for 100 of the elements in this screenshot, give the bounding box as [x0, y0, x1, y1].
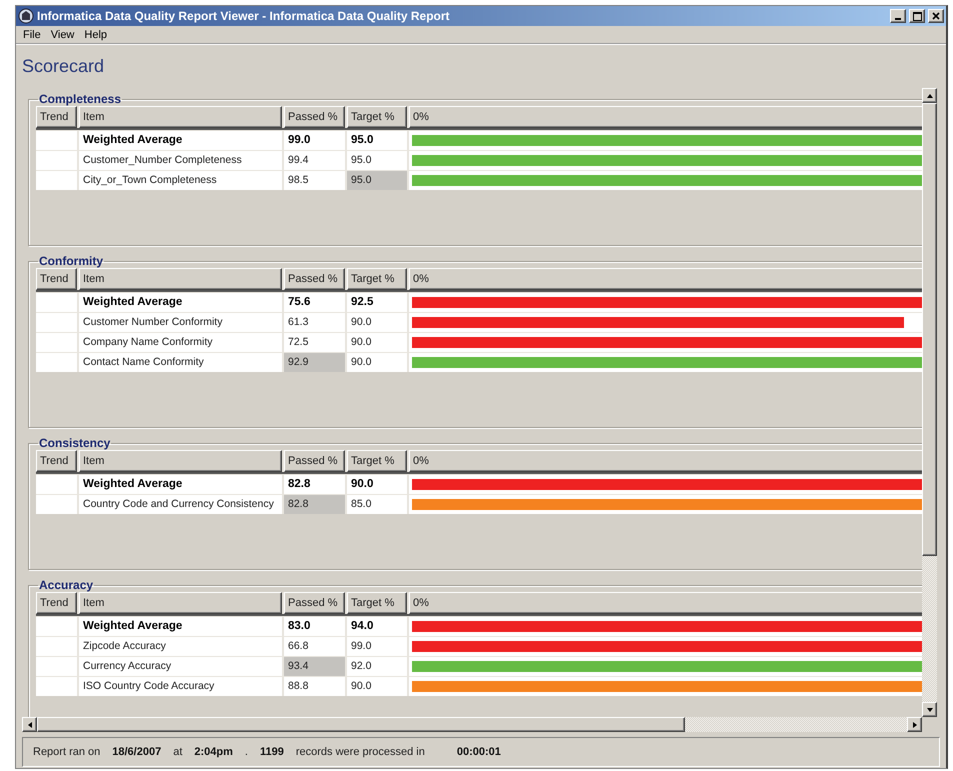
table-cell: 88.8: [284, 677, 345, 696]
table-cell: 90.0: [347, 677, 407, 696]
column-header[interactable]: Item: [79, 106, 282, 128]
table-cell: 66.8: [284, 637, 345, 656]
column-header[interactable]: Target %: [347, 106, 407, 128]
column-header[interactable]: Item: [79, 450, 282, 472]
right-arrow-icon: [912, 722, 916, 728]
table-cell: 82.8: [284, 475, 345, 494]
table-cell: [36, 637, 77, 656]
scroll-up-button[interactable]: [922, 88, 937, 103]
table-cell: [36, 293, 77, 312]
table-cell: [36, 677, 77, 696]
status-label: Report ran on: [33, 746, 100, 758]
status-label: .: [244, 746, 248, 758]
column-header[interactable]: 0%: [409, 106, 922, 128]
status-value: 18/6/2007: [112, 746, 162, 758]
table-cell: 94.0: [347, 617, 407, 636]
column-header[interactable]: Trend: [36, 268, 77, 290]
left-arrow-icon: [28, 722, 32, 728]
table-cell: Contact Name Conformity: [79, 353, 282, 372]
column-header[interactable]: 0%: [409, 450, 922, 472]
menu-item[interactable]: File: [18, 28, 46, 40]
table-cell: 99.0: [347, 637, 407, 656]
table-cell: [36, 151, 77, 170]
page-heading: Scorecard: [22, 56, 104, 76]
status-value: 2:04pm: [194, 746, 233, 758]
maximize-button[interactable]: [909, 9, 925, 23]
table-cell: Weighted Average: [79, 617, 282, 636]
table-cell: [36, 333, 77, 352]
status-value: 00:00:01: [456, 746, 501, 758]
table-cell: City_or_Town Completeness: [79, 171, 282, 190]
table-cell: [36, 131, 77, 150]
table-cell: Customer_Number Completeness: [79, 151, 282, 170]
down-arrow-icon: [926, 708, 932, 712]
column-header[interactable]: Item: [79, 592, 282, 614]
close-icon: [932, 12, 940, 20]
table-cell: [36, 171, 77, 190]
column-header[interactable]: Trend: [36, 106, 77, 128]
table-cell: Weighted Average: [79, 131, 282, 150]
column-header[interactable]: Target %: [347, 592, 407, 614]
menu-item[interactable]: Help: [79, 28, 112, 40]
status-label: records were processed in: [296, 746, 425, 758]
scroll-left-button[interactable]: [22, 717, 37, 732]
column-header[interactable]: Trend: [36, 450, 77, 472]
column-header[interactable]: 0%: [409, 592, 922, 614]
table-cell: 92.9: [284, 353, 345, 372]
close-button[interactable]: [928, 9, 944, 23]
table-cell: 83.0: [284, 617, 345, 636]
table-cell: 99.0: [284, 131, 345, 150]
table-cell: 75.6: [284, 293, 345, 312]
status-label: at: [173, 746, 182, 758]
menu-item[interactable]: View: [46, 28, 80, 40]
column-header[interactable]: 0%: [409, 268, 922, 290]
table-cell: 95.0: [347, 171, 407, 190]
section-title: Consistency: [38, 436, 112, 450]
minimize-button[interactable]: [890, 9, 906, 23]
table-cell: 95.0: [347, 131, 407, 150]
column-header[interactable]: Trend: [36, 592, 77, 614]
column-header[interactable]: Target %: [347, 268, 407, 290]
column-header[interactable]: Target %: [347, 450, 407, 472]
maximize-icon: [912, 12, 922, 20]
table-cell: 90.0: [347, 333, 407, 352]
table-cell: Currency Accuracy: [79, 657, 282, 676]
app-icon: [18, 8, 34, 24]
table-cell: 92.0: [347, 657, 407, 676]
table-cell: [36, 353, 77, 372]
table-cell: [36, 475, 77, 494]
table-cell: ISO Country Code Accuracy: [79, 677, 282, 696]
column-header[interactable]: Item: [79, 268, 282, 290]
table-cell: [36, 495, 77, 514]
table-cell: 92.5: [347, 293, 407, 312]
table-cell: Zipcode Accuracy: [79, 637, 282, 656]
column-header[interactable]: Passed %: [284, 268, 345, 290]
column-header[interactable]: Passed %: [284, 106, 345, 128]
scrollbar-thumb[interactable]: [37, 717, 685, 732]
table-cell: 72.5: [284, 333, 345, 352]
table-cell: 90.0: [347, 353, 407, 372]
table-cell: 82.8: [284, 495, 345, 514]
table-cell: [36, 313, 77, 332]
section-title: Conformity: [38, 254, 104, 268]
table-cell: 90.0: [347, 475, 407, 494]
column-header[interactable]: Passed %: [284, 592, 345, 614]
table-cell: Customer Number Conformity: [79, 313, 282, 332]
scroll-down-button[interactable]: [922, 702, 937, 717]
table-cell: Country Code and Currency Consistency: [79, 495, 282, 514]
up-arrow-icon: [926, 94, 932, 98]
table-cell: Company Name Conformity: [79, 333, 282, 352]
table-cell: 85.0: [347, 495, 407, 514]
section-title: Accuracy: [38, 578, 94, 592]
column-header[interactable]: Passed %: [284, 450, 345, 472]
table-cell: 99.4: [284, 151, 345, 170]
table-cell: 93.4: [284, 657, 345, 676]
table-cell: [36, 617, 77, 636]
scroll-right-button[interactable]: [907, 717, 922, 732]
scrollbar-thumb[interactable]: [922, 103, 937, 556]
table-cell: 98.5: [284, 171, 345, 190]
status-value: 1199: [260, 746, 284, 758]
table-cell: 95.0: [347, 151, 407, 170]
table-cell: 90.0: [347, 313, 407, 332]
table-cell: Weighted Average: [79, 293, 282, 312]
